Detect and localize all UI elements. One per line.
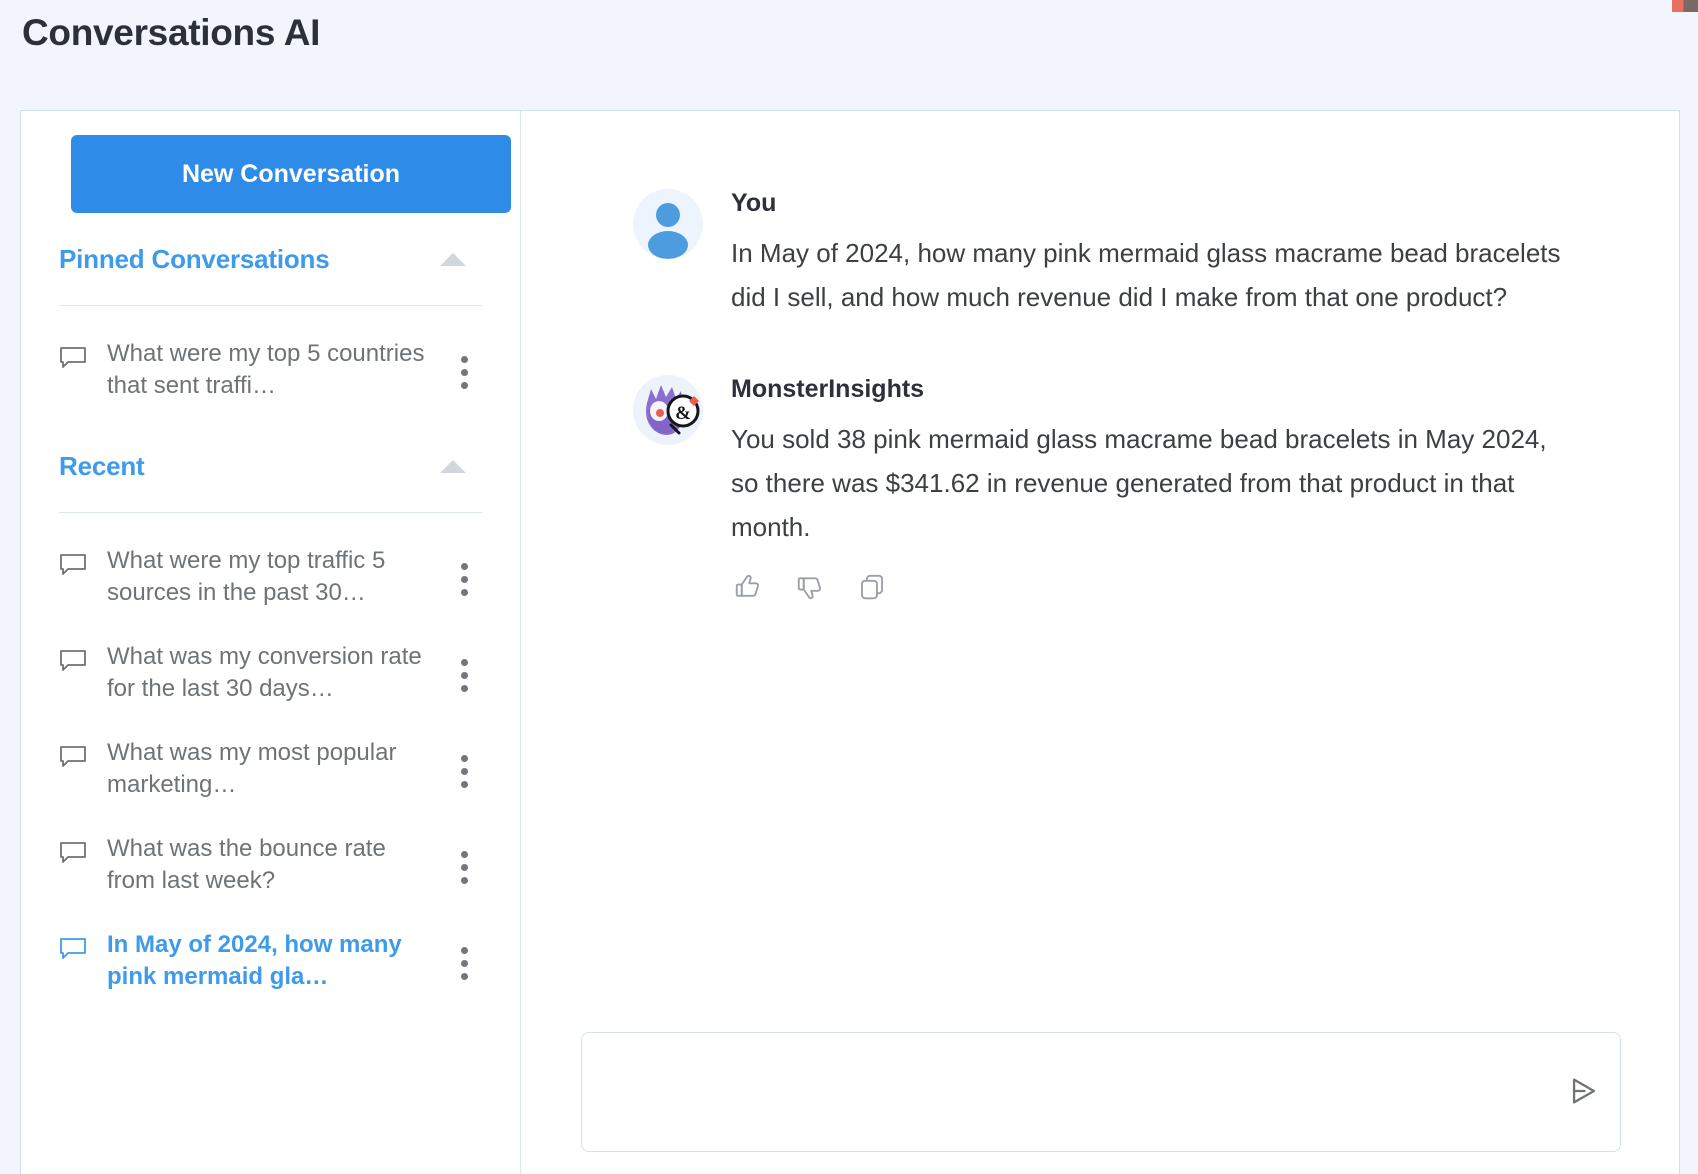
conversation-title: In May of 2024, how many pink mermaid gl… (107, 931, 402, 990)
chat-bubble-icon (59, 553, 87, 577)
message-text: You sold 38 pink mermaid glass macrame b… (731, 424, 1547, 542)
kebab-menu-icon[interactable] (446, 355, 482, 389)
message-body: MonsterInsights You sold 38 pink mermaid … (731, 375, 1571, 605)
kebab-menu-icon[interactable] (446, 754, 482, 788)
svg-text:&: & (675, 403, 691, 424)
conversation-title: What was my most popular marketing… (107, 739, 397, 798)
section-title: Recent (59, 450, 145, 481)
message-list: You In May of 2024, how many pink mermaid… (521, 111, 1679, 661)
copy-button[interactable] (855, 571, 889, 605)
sidebar-section: Recent What were my top traffic 5 source… (21, 420, 520, 1011)
kebab-menu-icon[interactable] (446, 850, 482, 884)
chat-bubble-icon (59, 346, 87, 370)
message-actions (731, 571, 1571, 605)
caret-up-icon[interactable] (440, 459, 466, 473)
conversation-list-item[interactable]: What was my most popular marketing… (21, 723, 520, 819)
thumbs-up-icon (733, 572, 763, 605)
conversation-list: What were my top 5 countries that sent t… (21, 324, 520, 420)
chat-bubble-icon (59, 649, 87, 673)
thumbs-up-button[interactable] (731, 571, 765, 605)
section-divider (59, 305, 482, 306)
conversation-list-item[interactable]: What were my top traffic 5 sources in th… (21, 531, 520, 627)
conversation-list-item[interactable]: What was my conversion rate for the last… (21, 627, 520, 723)
section-divider (59, 512, 482, 513)
conversation-title: What was my conversion rate for the last… (107, 643, 422, 702)
thumbs-down-icon (795, 572, 825, 605)
conversation-list-item[interactable]: What was the bounce rate from last week? (21, 819, 520, 915)
conversation-title: What were my top 5 countries that sent t… (107, 340, 425, 399)
section-header-1[interactable]: Recent (59, 420, 482, 512)
page-title: Conversations AI (22, 12, 321, 53)
chat-bubble-icon (59, 745, 87, 769)
thumbs-down-button[interactable] (793, 571, 827, 605)
section-title: Pinned Conversations (59, 243, 330, 274)
chat-message: You In May of 2024, how many pink mermaid… (633, 189, 1619, 319)
sidebar: New Conversation Pinned Conversations Wh… (21, 111, 521, 1174)
message-input[interactable] (582, 1033, 1548, 1151)
message-text: In May of 2024, how many pink mermaid gl… (731, 238, 1561, 312)
sidebar-sections: Pinned Conversations What were my top 5 … (21, 213, 520, 1011)
sidebar-section: Pinned Conversations What were my top 5 … (21, 213, 520, 420)
message-author: You (731, 189, 777, 217)
chat-message: & MonsterInsights You sold 38 pink mermaid… (633, 375, 1619, 605)
conversations-card: New Conversation Pinned Conversations Wh… (20, 110, 1680, 1174)
conversation-list: What were my top traffic 5 sources in th… (21, 531, 520, 1011)
chat-bubble-icon (59, 841, 87, 865)
monsterinsights-avatar-icon: & (633, 375, 703, 446)
app-root: Conversations AI New Conversation Pinned… (0, 0, 1698, 1174)
copy-icon (857, 572, 887, 605)
kebab-menu-icon[interactable] (446, 946, 482, 980)
kebab-menu-icon[interactable] (446, 658, 482, 692)
conversation-title: What was the bounce rate from last week? (107, 835, 386, 894)
send-icon (1567, 1074, 1601, 1111)
window-corner-stub (1672, 0, 1698, 12)
composer[interactable] (581, 1032, 1621, 1152)
send-button[interactable] (1548, 1033, 1620, 1151)
section-header-0[interactable]: Pinned Conversations (59, 213, 482, 305)
chat-panel: You In May of 2024, how many pink mermaid… (521, 111, 1679, 1174)
message-author: MonsterInsights (731, 375, 925, 404)
conversation-list-item[interactable]: What were my top 5 countries that sent t… (21, 324, 520, 420)
conversation-title: What were my top traffic 5 sources in th… (107, 547, 386, 606)
caret-up-icon[interactable] (440, 252, 466, 266)
kebab-menu-icon[interactable] (446, 562, 482, 596)
message-body: You In May of 2024, how many pink mermaid… (731, 189, 1571, 319)
conversation-list-item[interactable]: In May of 2024, how many pink mermaid gl… (21, 915, 520, 1011)
new-conversation-button[interactable]: New Conversation (71, 135, 511, 213)
user-avatar-icon (633, 189, 703, 259)
chat-bubble-icon (59, 937, 87, 961)
